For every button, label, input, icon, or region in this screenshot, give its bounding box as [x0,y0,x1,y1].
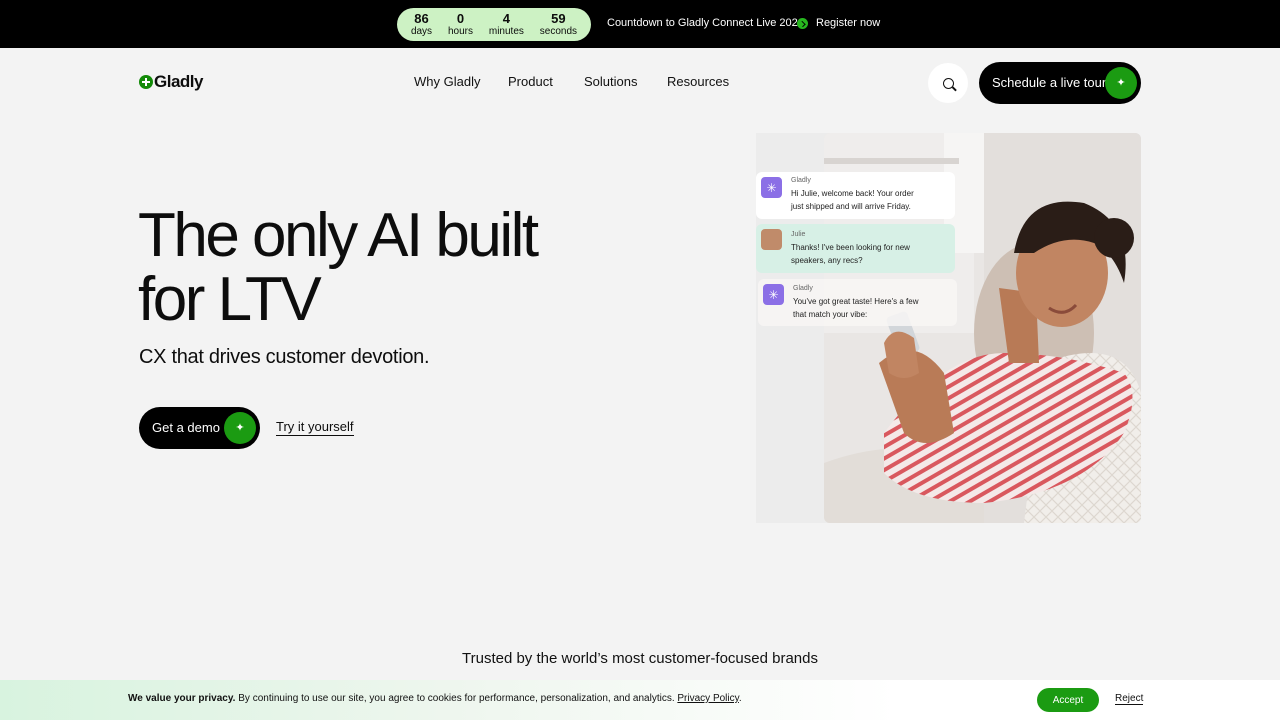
chat-sender: Julie [791,231,806,238]
announcement-bar: 86 days 0 hours 4 minutes 59 seconds Cou… [0,0,1280,48]
countdown-minutes-label: minutes [488,26,524,37]
countdown-seconds-label: seconds [539,26,578,37]
cookie-banner: We value your privacy. By continuing to … [0,680,1280,720]
sparkle-avatar-icon: ✳ [761,177,782,198]
hero-title-line2: for LTV [138,265,322,334]
gladly-logo[interactable]: Gladly [139,72,203,92]
nav-resources[interactable]: Resources [667,74,729,89]
cookie-end: . [738,693,742,704]
chat-text-line1: Hi Julie, welcome back! Your order [791,189,914,198]
countdown-hours: 0 hours [448,12,473,37]
try-it-yourself-link[interactable]: Try it yourself [276,419,354,436]
sparkle-icon: ✦ [224,412,256,444]
chat-text-line1: You've got great taste! Here's a few [793,297,919,306]
countdown-hours-label: hours [447,26,473,37]
chat-bubble-gladly-2: ✳ Gladly You've got great taste! Here's … [758,279,957,326]
chat-text-line2: just shipped and will arrive Friday. [791,202,911,211]
schedule-live-tour-label: Schedule a live tour [992,75,1107,90]
cookie-body: By continuing to use our site, you agree… [235,693,678,704]
cookie-message: We value your privacy. By continuing to … [128,693,742,704]
countdown-seconds: 59 seconds [540,12,577,37]
nav-why-gladly[interactable]: Why Gladly [414,74,480,89]
countdown-seconds-value: 59 [551,11,566,26]
register-now-link[interactable]: Register now [816,17,880,29]
search-icon [942,77,954,89]
cookie-bold: We value your privacy. [128,693,236,704]
countdown-hours-value: 0 [456,11,465,26]
countdown-timer: 86 days 0 hours 4 minutes 59 seconds [397,8,591,41]
countdown-days: 86 days [411,12,432,37]
schedule-live-tour-button[interactable]: Schedule a live tour ✦ [979,62,1141,104]
privacy-policy-link[interactable]: Privacy Policy [677,693,739,704]
countdown-minutes-value: 4 [502,11,510,26]
chat-text-line2: that match your vibe: [793,310,868,319]
chat-text-line2: speakers, any recs? [791,256,863,265]
chat-text-line1: Thanks! I've been looking for new [791,243,910,252]
search-button[interactable] [928,63,968,103]
chat-sender: Gladly [793,285,813,292]
countdown-days-value: 86 [414,11,429,26]
chat-bubble-gladly-1: ✳ Gladly Hi Julie, welcome back! Your or… [756,172,955,219]
logo-text: Gladly [154,72,203,91]
hero-title-line1: The only AI built [138,201,539,270]
sparkle-icon: ✦ [1105,67,1137,99]
sparkle-avatar-icon: ✳ [763,284,784,305]
nav-product[interactable]: Product [508,74,553,89]
arrow-circle-icon[interactable] [797,18,808,29]
trusted-brands-heading: Trusted by the world’s most customer-foc… [462,650,818,667]
countdown-days-label: days [410,26,433,37]
get-a-demo-label: Get a demo [152,420,220,435]
get-a-demo-button[interactable]: Get a demo ✦ [139,407,260,449]
chat-sender: Gladly [791,177,811,184]
accept-button[interactable]: Accept [1037,688,1099,712]
reject-button[interactable]: Reject [1115,693,1144,705]
julie-avatar [761,229,782,250]
nav-solutions[interactable]: Solutions [584,74,637,89]
plus-circle-icon [139,75,153,89]
hero-title: The only AI built for LTV [138,204,658,332]
countdown-minutes: 4 minutes [489,12,524,37]
hero-subtitle: CX that drives customer devotion. [139,346,430,368]
chat-bubble-julie: Julie Thanks! I've been looking for new … [756,224,955,273]
announcement-text: Countdown to Gladly Connect Live 2026 [607,17,804,29]
